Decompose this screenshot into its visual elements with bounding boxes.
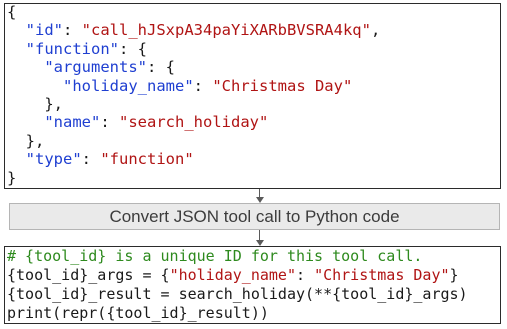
python-token: # {tool_id} is a unique ID for this tool… <box>7 247 423 265</box>
json-line: "arguments": { <box>7 57 175 77</box>
json-line: "type": "function" <box>7 149 194 169</box>
python-line: {tool_id}_args = {"holiday_name": "Chris… <box>7 266 459 285</box>
json-token: : <box>193 76 213 95</box>
json-token: "Christmas Day" <box>212 76 353 95</box>
json-line: "id": "call_hJSxpA34paYiXARbBVSRA4kq", <box>7 20 381 40</box>
json-token: "arguments" <box>44 58 147 77</box>
json-token: "search_holiday" <box>119 113 269 132</box>
json-line: }, <box>7 94 63 114</box>
json-token: "type" <box>25 150 82 169</box>
json-line: "name": "search_holiday" <box>7 112 268 132</box>
json-token: "call_hJSxpA34paYiXARbBVSRA4kq" <box>81 21 371 40</box>
json-token: "holiday_name" <box>63 76 194 95</box>
json-token: : <box>63 21 82 40</box>
python-token: : <box>296 266 315 284</box>
json-line: "holiday_name": "Christmas Day" <box>7 76 352 96</box>
python-token: {tool_id}_args = { <box>7 266 170 284</box>
json-token: : { <box>119 39 147 58</box>
connector-line-top <box>259 189 260 197</box>
json-token: "function" <box>100 150 194 169</box>
json-token: }, <box>7 95 63 113</box>
json-token: , <box>370 21 381 40</box>
json-token: "id" <box>25 21 63 40</box>
python-code-block: # {tool_id} is a unique ID for this tool… <box>4 246 501 324</box>
json-token: "function" <box>25 39 119 58</box>
python-line: print(repr({tool_id}_result)) <box>7 304 269 323</box>
json-line: { <box>7 2 16 22</box>
json-line: } <box>7 168 16 188</box>
python-line: {tool_id}_result = search_holiday(**{too… <box>7 285 468 304</box>
python-token: "holiday_name" <box>169 266 296 284</box>
connector-line-bottom <box>259 230 260 240</box>
json-token: } <box>7 168 17 187</box>
json-token: { <box>7 3 17 21</box>
json-token: }, <box>7 131 45 150</box>
python-token: } <box>449 266 459 284</box>
python-token: {tool_id}_result = search_holiday(**{too… <box>7 285 468 303</box>
convert-step-label: Convert JSON tool call to Python code <box>109 206 400 226</box>
json-token: : <box>81 150 101 169</box>
json-line: "function": { <box>7 39 147 59</box>
json-line: }, <box>7 131 45 151</box>
json-token: "name" <box>44 113 101 132</box>
python-token: print(repr({tool_id}_result)) <box>7 304 269 322</box>
json-token: : { <box>146 58 175 77</box>
json-tool-call-block: { "id": "call_hJSxpA34paYiXARbBVSRA4kq",… <box>4 3 501 189</box>
convert-step-box: Convert JSON tool call to Python code <box>9 203 500 230</box>
python-line: # {tool_id} is a unique ID for this tool… <box>7 247 422 266</box>
json-token: : <box>100 113 119 132</box>
python-token: "Christmas Day" <box>314 266 450 284</box>
